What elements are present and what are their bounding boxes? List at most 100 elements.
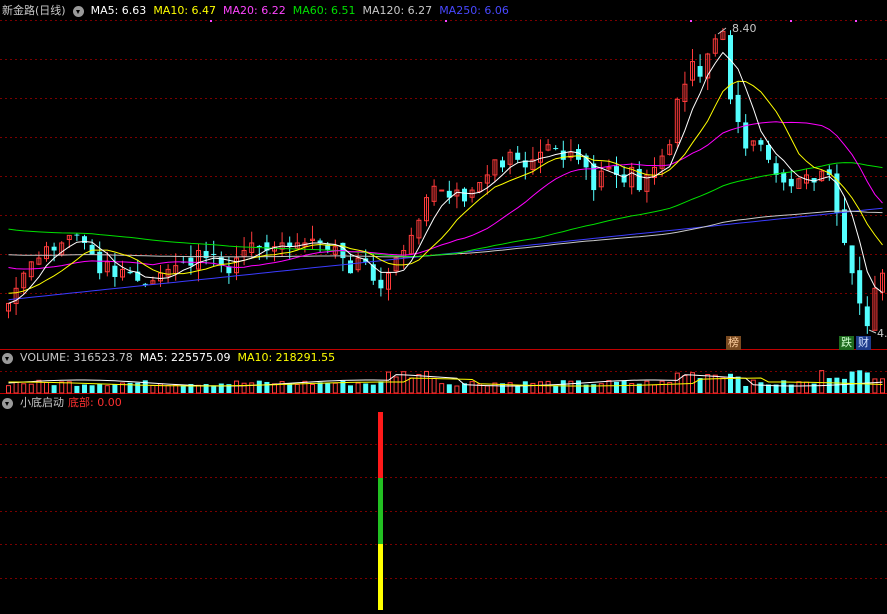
candle-body <box>439 189 445 192</box>
volume-bar <box>211 385 217 393</box>
indicator-name: 小底启动 <box>20 396 64 409</box>
volume-bar <box>743 385 749 393</box>
volume-bar <box>363 383 369 393</box>
volume-bar <box>614 381 619 393</box>
volume-bar <box>469 381 475 394</box>
indicator-value: 底部: 0.00 <box>68 396 122 409</box>
volume-bar <box>712 374 718 394</box>
candle-body <box>553 148 559 150</box>
volume-bar <box>74 385 80 393</box>
candle-body <box>758 140 764 145</box>
tag-bang[interactable]: 榜 <box>726 336 741 350</box>
chart-canvas <box>0 20 887 610</box>
volume-bar <box>51 385 57 393</box>
volume-bar <box>720 377 726 394</box>
chevron-down-icon[interactable] <box>72 5 84 17</box>
candle-body <box>788 178 794 187</box>
volume-bar <box>576 380 581 393</box>
volume-bar <box>804 381 809 394</box>
volume-bar <box>842 378 847 393</box>
candle-body <box>500 160 505 168</box>
chevron-down-icon[interactable] <box>2 352 13 364</box>
candle-body <box>857 270 863 304</box>
volume-bar <box>241 382 247 394</box>
volume-bar <box>849 371 855 393</box>
volume-bar <box>393 376 399 394</box>
volume-bar <box>621 380 627 393</box>
volume-bar <box>386 371 391 394</box>
volume-bar <box>728 373 733 393</box>
volume-bar <box>439 383 445 394</box>
signal-bar-yellow <box>378 544 383 610</box>
volume-bar <box>872 378 878 394</box>
volume-bar <box>522 381 528 393</box>
volume-bar <box>332 382 338 394</box>
volume-bar <box>796 381 802 394</box>
volume-bar <box>674 372 680 394</box>
volume-bar <box>735 376 741 393</box>
volume-header: VOLUME: 316523.78 MA5: 225575.09 MA10: 2… <box>0 350 342 366</box>
tag-cai[interactable]: 财 <box>856 336 871 350</box>
volume-bar <box>13 381 19 394</box>
high-price-label: 8.40 <box>732 22 757 35</box>
volume-bar <box>750 379 756 394</box>
signal-dot <box>790 20 792 22</box>
volume-bar <box>66 381 72 394</box>
chevron-down-icon[interactable] <box>2 397 13 409</box>
candle-body <box>211 253 217 255</box>
volume-bar <box>302 380 308 394</box>
volume-bar <box>249 382 255 394</box>
volume-bar <box>545 380 551 394</box>
volume-bar <box>484 385 490 394</box>
volume-bar <box>348 385 353 393</box>
volume-bar <box>431 377 437 394</box>
volume-bar <box>370 384 376 393</box>
volume-bar <box>325 383 331 393</box>
volume-bar <box>857 370 863 393</box>
ma120-value: MA120: 6.27 <box>362 4 433 17</box>
volume-bar <box>44 381 49 394</box>
volume-bar <box>234 380 239 394</box>
candle-body <box>256 245 262 247</box>
volume-bar <box>264 381 270 393</box>
volume-bar <box>454 385 460 394</box>
ma5-value: MA5: 6.63 <box>90 4 147 17</box>
candle-body <box>51 246 57 251</box>
volume-bar <box>310 383 315 394</box>
candle-body <box>560 150 566 160</box>
ma10-line <box>8 80 883 294</box>
volume-ma10-value: MA10: 218291.55 <box>237 351 336 364</box>
volume-bar <box>104 385 110 394</box>
signal-dot <box>445 20 447 22</box>
tag-die[interactable]: 跌 <box>839 336 854 350</box>
volume-bar <box>317 382 323 393</box>
volume-bar <box>705 374 711 394</box>
volume-bar <box>515 385 521 393</box>
low-price-label: 4. <box>877 327 887 340</box>
volume-bar <box>819 370 825 394</box>
volume-bar <box>606 380 612 394</box>
candle-body <box>188 257 194 266</box>
candle-body <box>849 245 855 274</box>
candle-body <box>112 265 118 277</box>
volume-bar <box>758 382 764 393</box>
candle-body <box>348 260 353 274</box>
candle-body <box>781 172 787 183</box>
candle-body <box>378 279 384 289</box>
volume-bar <box>446 384 452 393</box>
ma5-line <box>8 51 883 304</box>
signal-bar-green <box>378 478 383 544</box>
candle-body <box>697 66 703 77</box>
candle-body <box>842 209 847 243</box>
volume-bar <box>659 380 665 394</box>
indicator-header: 小底启动 底部: 0.00 <box>0 395 129 411</box>
volume-bar <box>21 383 27 394</box>
volume-bar <box>416 373 422 394</box>
candle-body <box>766 144 771 160</box>
volume-bar <box>112 384 118 393</box>
volume-bar <box>294 383 300 394</box>
volume-bar <box>135 382 141 393</box>
volume-bar <box>598 383 604 394</box>
volume-bar <box>59 381 65 394</box>
volume-bar <box>97 384 103 393</box>
